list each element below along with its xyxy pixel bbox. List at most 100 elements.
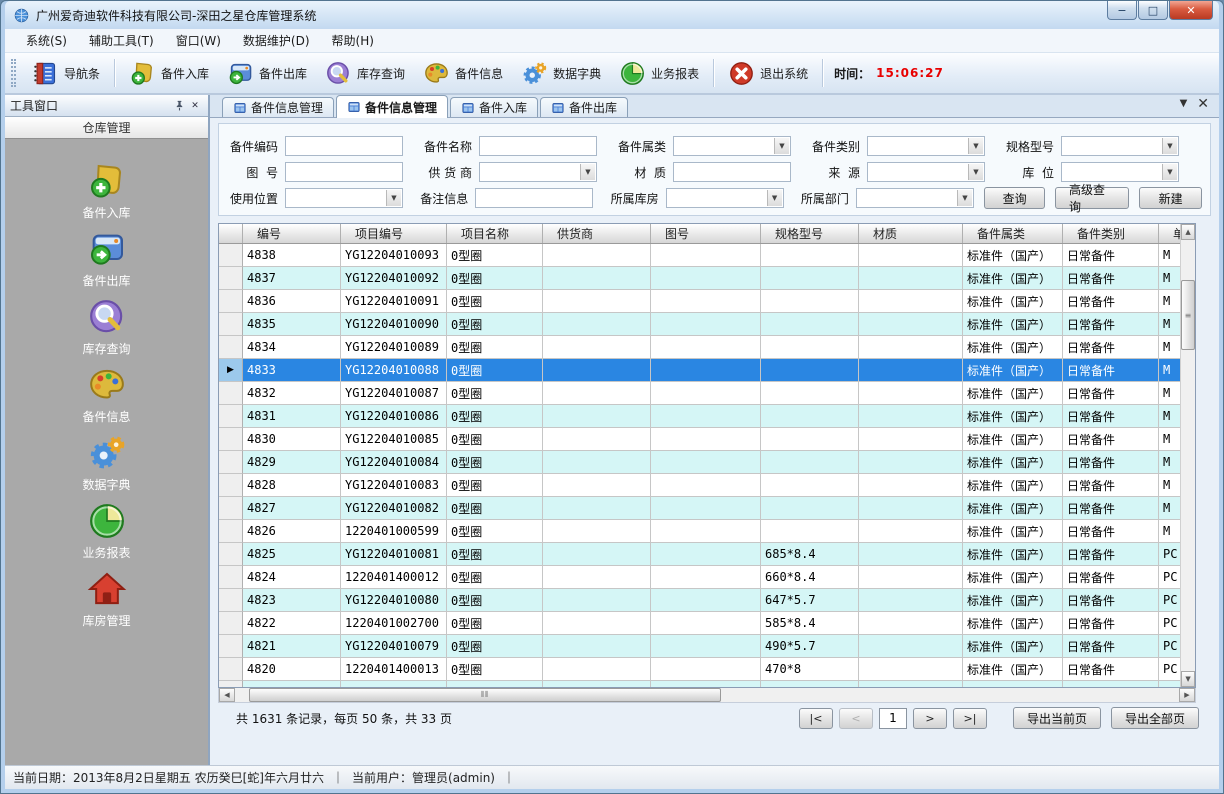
horizontal-scrollbar[interactable]: ◀ ⦀⦀ ▶: [218, 688, 1196, 703]
remark-input[interactable]: [475, 188, 593, 208]
row-selector-cell[interactable]: [219, 428, 243, 451]
row-selector-cell[interactable]: [219, 313, 243, 336]
sidebar-item-parts-outbound[interactable]: 备件出库: [47, 229, 167, 297]
table-row[interactable]: 4831YG122040100860型圈标准件（国产）日常备件M: [219, 405, 1180, 428]
table-row[interactable]: 4828YG122040100830型圈标准件（国产）日常备件M: [219, 474, 1180, 497]
toolbar-button-exit-system[interactable]: 退出系统: [719, 56, 817, 91]
row-selector-cell[interactable]: [219, 474, 243, 497]
table-row[interactable]: 482412204014000120型圈660*8.4标准件（国产）日常备件PC: [219, 566, 1180, 589]
column-header-7[interactable]: 材质: [859, 224, 963, 243]
column-header-10[interactable]: 单位: [1159, 224, 1180, 243]
pin-icon[interactable]: [171, 98, 187, 114]
part-category-select[interactable]: ▼: [867, 136, 985, 156]
last-page-button[interactable]: >|: [953, 708, 987, 729]
horizontal-scroll-track[interactable]: ⦀⦀: [235, 688, 1179, 702]
menu-item-window[interactable]: 窗口(W): [165, 29, 232, 52]
minimize-button[interactable]: −: [1107, 1, 1137, 20]
maximize-button[interactable]: □: [1138, 1, 1168, 20]
tab-parts-info-mgmt-2[interactable]: 备件信息管理: [336, 95, 448, 118]
sidebar-item-stock-query[interactable]: 库存查询: [47, 297, 167, 365]
menu-item-data-maintenance[interactable]: 数据维护(D): [232, 29, 321, 52]
row-selector-cell[interactable]: [219, 497, 243, 520]
column-header-9[interactable]: 备件类别: [1063, 224, 1159, 243]
export-all-pages-button[interactable]: 导出全部页: [1111, 707, 1199, 729]
menu-item-system[interactable]: 系统(S): [15, 29, 78, 52]
menu-item-aux-tools[interactable]: 辅助工具(T): [78, 29, 165, 52]
usage-position-select[interactable]: ▼: [285, 188, 403, 208]
row-selector-cell[interactable]: [219, 382, 243, 405]
row-selector-cell[interactable]: [219, 451, 243, 474]
menu-item-help[interactable]: 帮助(H): [321, 29, 385, 52]
sidebar-item-warehouse-mgmt[interactable]: 库房管理: [47, 569, 167, 637]
sidebar-item-parts-inbound[interactable]: 备件入库: [47, 161, 167, 229]
row-selector-cell[interactable]: [219, 336, 243, 359]
row-selector-cell[interactable]: [219, 566, 243, 589]
toolbar-button-stock-query[interactable]: 库存查询: [316, 56, 414, 91]
row-selector-cell[interactable]: [219, 635, 243, 658]
sidebar-group-header[interactable]: 仓库管理: [5, 117, 208, 139]
table-row[interactable]: 4829YG122040100840型圈标准件（国产）日常备件M: [219, 451, 1180, 474]
row-selector-cell[interactable]: [219, 267, 243, 290]
location-select[interactable]: ▼: [1061, 162, 1179, 182]
spec-model-select[interactable]: ▼: [1061, 136, 1179, 156]
table-row[interactable]: 4837YG122040100920型圈标准件（国产）日常备件M: [219, 267, 1180, 290]
sidebar-item-business-report[interactable]: 业务报表: [47, 501, 167, 569]
vertical-scrollbar[interactable]: ▲ ≡ ▼: [1180, 224, 1195, 687]
table-row[interactable]: 4830YG122040100850型圈标准件（国产）日常备件M: [219, 428, 1180, 451]
supplier-select[interactable]: ▼: [479, 162, 597, 182]
next-page-button[interactable]: >: [913, 708, 947, 729]
table-row[interactable]: 4838YG122040100930型圈标准件（国产）日常备件M: [219, 244, 1180, 267]
table-row[interactable]: 4836YG122040100910型圈标准件（国产）日常备件M: [219, 290, 1180, 313]
toolbar-button-business-report[interactable]: 业务报表: [610, 56, 708, 91]
table-row[interactable]: 482212204010027000型圈585*8.4标准件（国产）日常备件PC: [219, 612, 1180, 635]
table-row[interactable]: 4834YG122040100890型圈标准件（国产）日常备件M: [219, 336, 1180, 359]
toolbar-grip[interactable]: [11, 59, 16, 87]
table-row[interactable]: 4825YG122040100810型圈685*8.4标准件（国产）日常备件PC: [219, 543, 1180, 566]
row-selector-cell[interactable]: ▶: [219, 359, 243, 382]
column-header-1[interactable]: 编号: [243, 224, 341, 243]
column-header-5[interactable]: 图号: [651, 224, 761, 243]
row-selector-cell[interactable]: [219, 405, 243, 428]
column-header-6[interactable]: 规格型号: [761, 224, 859, 243]
tool-window-close-icon[interactable]: ✕: [187, 98, 203, 114]
advanced-query-button[interactable]: 高级查询: [1055, 187, 1129, 209]
row-selector-cell[interactable]: [219, 520, 243, 543]
source-select[interactable]: ▼: [867, 162, 985, 182]
row-selector-cell[interactable]: [219, 589, 243, 612]
table-row[interactable]: 482012204014000130型圈470*8标准件（国产）日常备件PC: [219, 658, 1180, 681]
sidebar-item-data-dictionary[interactable]: 数据字典: [47, 433, 167, 501]
toolbar-button-data-dictionary[interactable]: 数据字典: [512, 56, 610, 91]
material-input[interactable]: [673, 162, 791, 182]
toolbar-button-parts-inbound[interactable]: 备件入库: [120, 56, 218, 91]
scroll-down-icon[interactable]: ▼: [1181, 671, 1195, 687]
toolbar-button-parts-info[interactable]: 备件信息: [414, 56, 512, 91]
prev-page-button[interactable]: <: [839, 708, 873, 729]
warehouse-select[interactable]: ▼: [666, 188, 784, 208]
tab-parts-outbound[interactable]: 备件出库: [540, 97, 628, 117]
column-header-2[interactable]: 项目编号: [341, 224, 447, 243]
tab-parts-inbound[interactable]: 备件入库: [450, 97, 538, 117]
tab-scroll-icon[interactable]: ▼: [1180, 98, 1188, 110]
table-row[interactable]: ▶4833YG122040100880型圈标准件（国产）日常备件M: [219, 359, 1180, 382]
vertical-scroll-thumb[interactable]: ≡: [1181, 280, 1195, 350]
column-header-4[interactable]: 供货商: [543, 224, 651, 243]
sidebar-item-parts-info[interactable]: 备件信息: [47, 365, 167, 433]
row-selector-cell[interactable]: [219, 543, 243, 566]
export-current-page-button[interactable]: 导出当前页: [1013, 707, 1101, 729]
tab-parts-info-mgmt-1[interactable]: 备件信息管理: [222, 97, 334, 117]
row-selector-cell[interactable]: [219, 612, 243, 635]
scroll-left-icon[interactable]: ◀: [219, 688, 235, 702]
horizontal-scroll-thumb[interactable]: ⦀⦀: [249, 688, 721, 702]
close-button[interactable]: ✕: [1169, 1, 1213, 20]
part-name-input[interactable]: [479, 136, 597, 156]
row-selector-cell[interactable]: [219, 290, 243, 313]
part-class-select[interactable]: ▼: [673, 136, 791, 156]
vertical-scroll-track[interactable]: ≡: [1181, 240, 1195, 671]
table-row[interactable]: 4832YG122040100870型圈标准件（国产）日常备件M: [219, 382, 1180, 405]
new-button[interactable]: 新建: [1139, 187, 1202, 209]
column-header-3[interactable]: 项目名称: [447, 224, 543, 243]
scroll-right-icon[interactable]: ▶: [1179, 688, 1195, 702]
query-button[interactable]: 查询: [984, 187, 1045, 209]
table-row[interactable]: 4823YG122040100800型圈647*5.7标准件（国产）日常备件PC: [219, 589, 1180, 612]
table-row[interactable]: 4821YG122040100790型圈490*5.7标准件（国产）日常备件PC: [219, 635, 1180, 658]
